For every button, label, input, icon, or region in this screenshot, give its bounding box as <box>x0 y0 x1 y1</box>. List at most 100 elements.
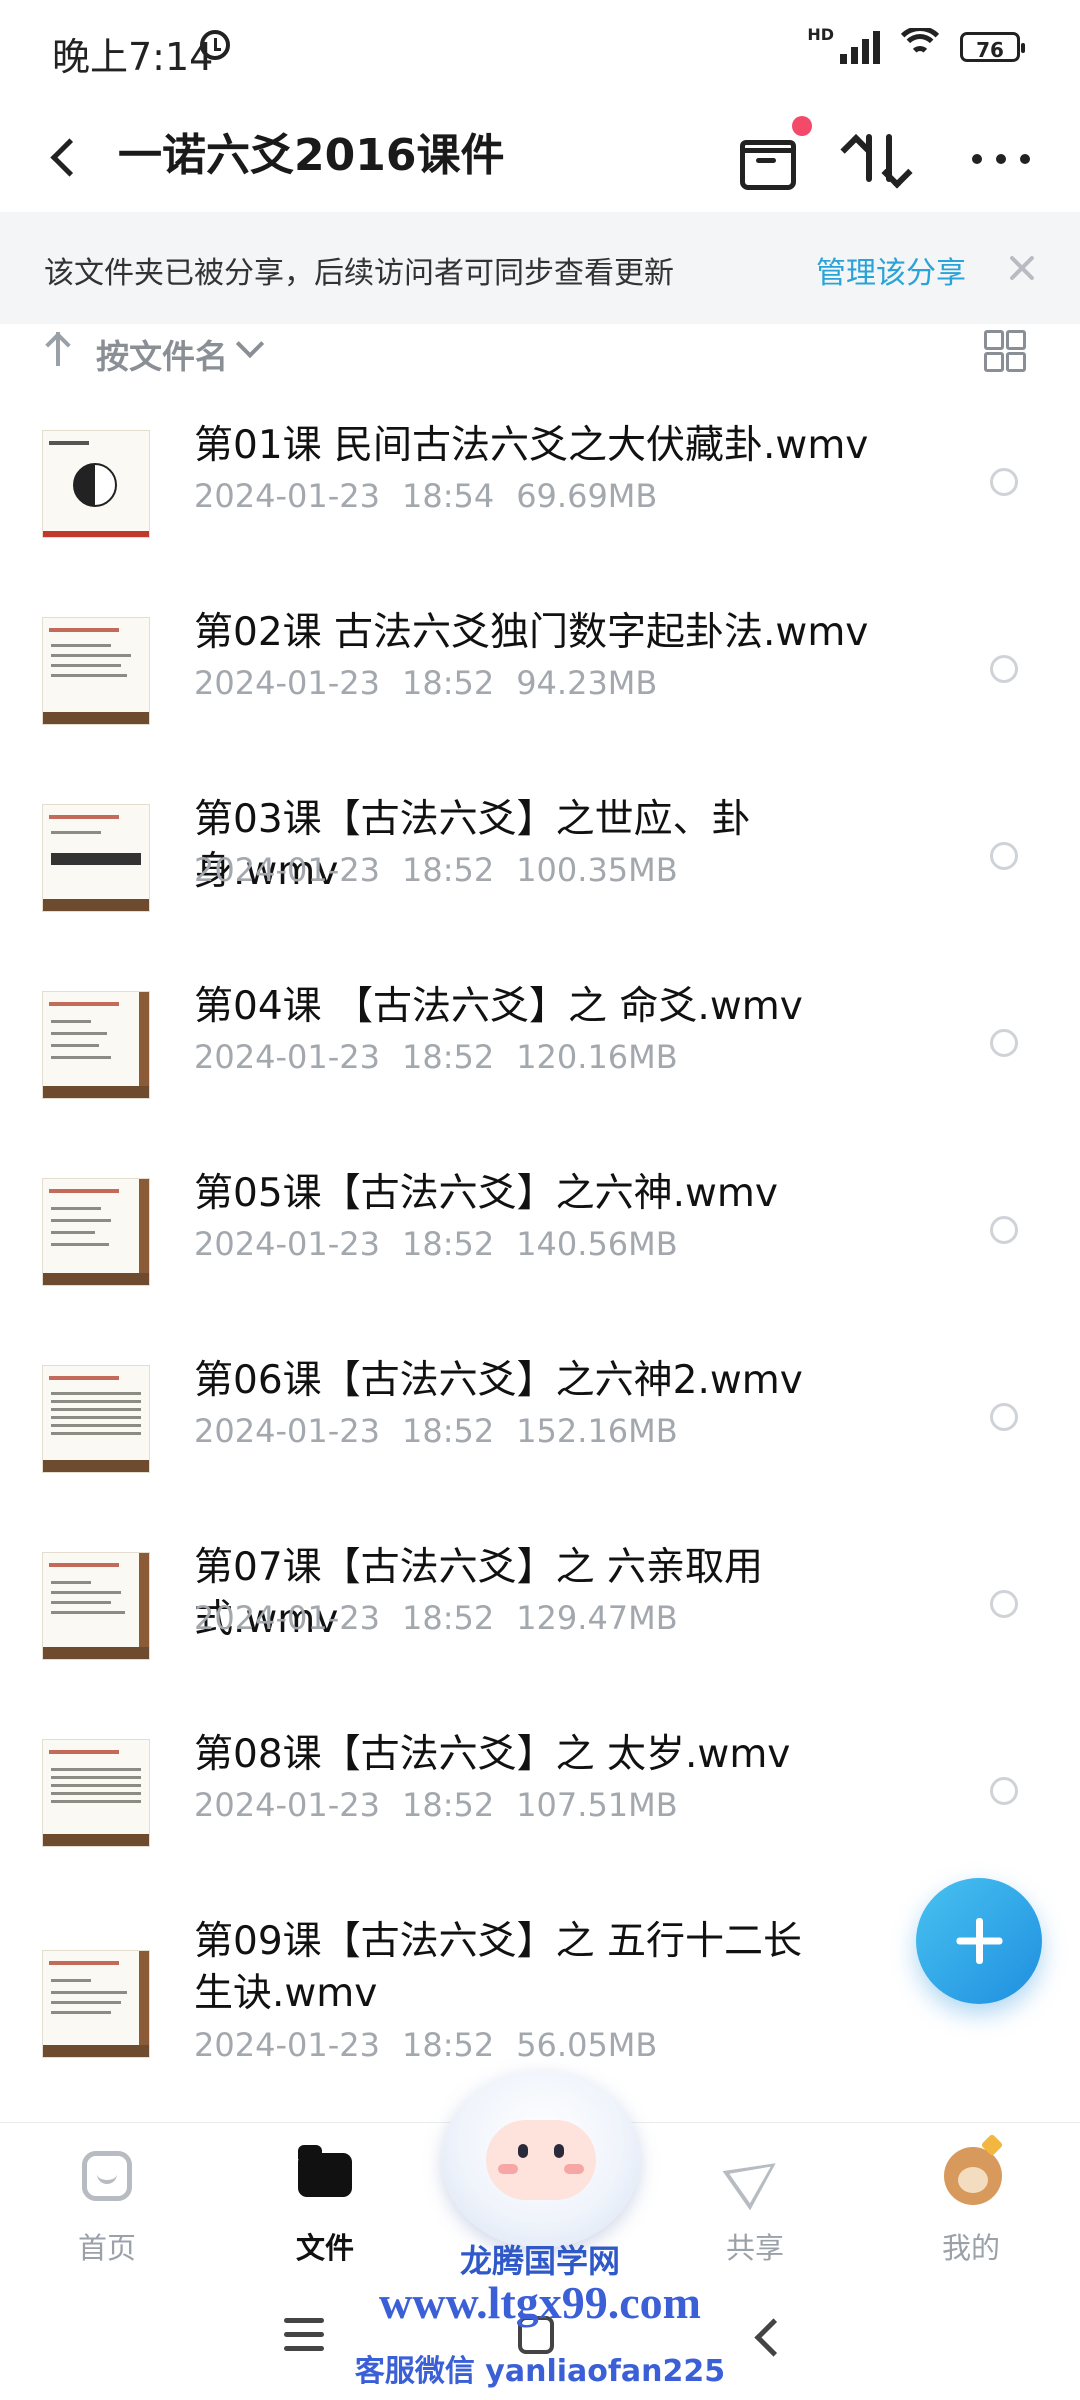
file-date: 2024-01-23 <box>194 1599 380 1637</box>
file-row[interactable]: 第08课【古法六爻】之 太岁.wmv 2024-01-23 18:52 107.51… <box>0 1689 1080 1876</box>
status-indicators: HD 76 <box>807 27 1025 66</box>
status-time: 晚上7:14 <box>52 35 214 79</box>
file-size: 140.56MB <box>516 1225 678 1263</box>
back-arrow-icon[interactable] <box>42 126 102 186</box>
file-date: 2024-01-23 <box>194 664 380 702</box>
share-banner: 该文件夹已被分享，后续访问者可同步查看更新 管理该分享 <box>0 212 1080 324</box>
more-icon <box>972 154 982 164</box>
file-time: 18:52 <box>401 664 495 702</box>
share-banner-message: 该文件夹已被分享，后续访问者可同步查看更新 <box>44 256 674 291</box>
transfer-list-button[interactable] <box>730 116 812 192</box>
manage-share-link[interactable]: 管理该分享 <box>816 248 966 292</box>
select-radio[interactable] <box>990 1403 1018 1431</box>
file-row[interactable]: 第07课【古法六爻】之 六亲取用式.wmv 2024-01-23 18:52 129… <box>0 1502 1080 1689</box>
sort-by-name-button[interactable]: 按文件名 <box>96 330 228 378</box>
file-time: 18:52 <box>401 1412 495 1450</box>
file-time: 18:52 <box>401 851 495 889</box>
file-row[interactable]: 第02课 古法六爻独门数字起卦法.wmv 2024-01-23 18:52 94.2… <box>0 567 1080 754</box>
notification-dot <box>792 116 812 136</box>
file-name: 第05课【古法六爻】之六神.wmv <box>194 1171 778 1216</box>
file-size: 129.47MB <box>516 1599 678 1637</box>
file-date: 2024-01-23 <box>194 1038 380 1076</box>
file-date: 2024-01-23 <box>194 1225 380 1263</box>
file-meta: 2024-01-23 18:52 56.05MB <box>194 2026 679 2064</box>
file-row[interactable]: 第05课【古法六爻】之六神.wmv 2024-01-23 18:52 140.56M… <box>0 1128 1080 1315</box>
file-size: 107.51MB <box>516 1786 678 1824</box>
wifi-icon <box>896 28 944 66</box>
file-size: 69.69MB <box>516 477 658 515</box>
file-name: 第08课【古法六爻】之 太岁.wmv <box>194 1732 791 1777</box>
signal-icon <box>840 30 880 64</box>
file-date: 2024-01-23 <box>194 477 380 515</box>
file-name: 第01课 民间古法六爻之大伏藏卦.wmv <box>194 423 869 468</box>
file-meta: 2024-01-23 18:52 120.16MB <box>194 1038 700 1076</box>
select-radio[interactable] <box>990 842 1018 870</box>
file-date: 2024-01-23 <box>194 2026 380 2064</box>
file-date: 2024-01-23 <box>194 1786 380 1824</box>
file-date: 2024-01-23 <box>194 851 380 889</box>
page-title: 一诺六爻2016课件 <box>118 130 505 181</box>
send-icon <box>722 2143 790 2211</box>
file-size: 152.16MB <box>516 1412 678 1450</box>
file-row[interactable]: 第04课 【古法六爻】之 命爻.wmv 2024-01-23 18:52 120.1… <box>0 941 1080 1128</box>
grid-view-icon[interactable] <box>984 330 1026 372</box>
alarm-icon <box>200 30 230 60</box>
file-meta: 2024-01-23 18:52 129.47MB <box>194 1599 700 1637</box>
file-thumbnail <box>42 1950 150 2058</box>
select-radio[interactable] <box>990 1590 1018 1618</box>
mascot-button[interactable] <box>442 2070 640 2248</box>
file-meta: 2024-01-23 18:54 69.69MB <box>194 477 679 515</box>
file-size: 100.35MB <box>516 851 678 889</box>
file-name: 第04课 【古法六爻】之 命爻.wmv <box>194 984 803 1029</box>
file-thumbnail <box>42 430 150 538</box>
file-thumbnail <box>42 1552 150 1660</box>
file-meta: 2024-01-23 18:52 152.16MB <box>194 1412 700 1450</box>
file-time: 18:54 <box>401 477 495 515</box>
file-row[interactable]: 第01课 民间古法六爻之大伏藏卦.wmv 2024-01-23 18:54 69.6… <box>0 380 1080 567</box>
sort-button[interactable] <box>846 122 916 192</box>
add-button[interactable] <box>916 1878 1042 2004</box>
folder-icon <box>298 2145 352 2197</box>
file-row[interactable]: 第06课【古法六爻】之六神2.wmv 2024-01-23 18:52 152.16… <box>0 1315 1080 1502</box>
watermark-url: www.ltgx99.com <box>379 2277 701 2328</box>
file-meta: 2024-01-23 18:52 140.56MB <box>194 1225 700 1263</box>
sort-icon <box>866 134 872 182</box>
watermark-contact: 客服微信 yanliaofan225 <box>354 2354 726 2389</box>
file-thumbnail <box>42 804 150 912</box>
avatar-icon <box>944 2147 1002 2205</box>
more-options-button[interactable] <box>966 122 1036 192</box>
sort-bar: 按文件名 <box>0 324 1080 378</box>
file-thumbnail <box>42 617 150 725</box>
file-meta: 2024-01-23 18:52 107.51MB <box>194 1786 700 1824</box>
close-icon[interactable] <box>1006 252 1038 284</box>
file-name: 第02课 古法六爻独门数字起卦法.wmv <box>194 610 869 655</box>
file-time: 18:52 <box>401 1225 495 1263</box>
select-radio[interactable] <box>990 468 1018 496</box>
home-icon <box>82 2151 132 2201</box>
file-meta: 2024-01-23 18:52 100.35MB <box>194 851 700 889</box>
arrow-up-icon <box>56 332 60 366</box>
select-radio[interactable] <box>990 1216 1018 1244</box>
mascot-face-icon <box>486 2120 596 2200</box>
file-size: 56.05MB <box>516 2026 658 2064</box>
app-bar: 一诺六爻2016课件 <box>0 100 1080 212</box>
select-radio[interactable] <box>990 1777 1018 1805</box>
file-row[interactable]: 第03课【古法六爻】之世应、卦身.wmv 2024-01-23 18:52 100.… <box>0 754 1080 941</box>
status-bar: 晚上7:14 HD 76 <box>0 0 1080 100</box>
file-thumbnail <box>42 1178 150 1286</box>
file-date: 2024-01-23 <box>194 1412 380 1450</box>
file-time: 18:52 <box>401 1786 495 1824</box>
file-size: 94.23MB <box>516 664 658 702</box>
select-radio[interactable] <box>990 655 1018 683</box>
battery-icon: 76 <box>960 32 1025 62</box>
chevron-down-icon[interactable] <box>235 329 265 359</box>
file-size: 120.16MB <box>516 1038 678 1076</box>
file-time: 18:52 <box>401 2026 495 2064</box>
file-time: 18:52 <box>401 1599 495 1637</box>
file-meta: 2024-01-23 18:52 94.23MB <box>194 664 679 702</box>
file-time: 18:52 <box>401 1038 495 1076</box>
file-thumbnail <box>42 1365 150 1473</box>
file-thumbnail <box>42 991 150 1099</box>
file-name: 第06课【古法六爻】之六神2.wmv <box>194 1358 803 1403</box>
select-radio[interactable] <box>990 1029 1018 1057</box>
